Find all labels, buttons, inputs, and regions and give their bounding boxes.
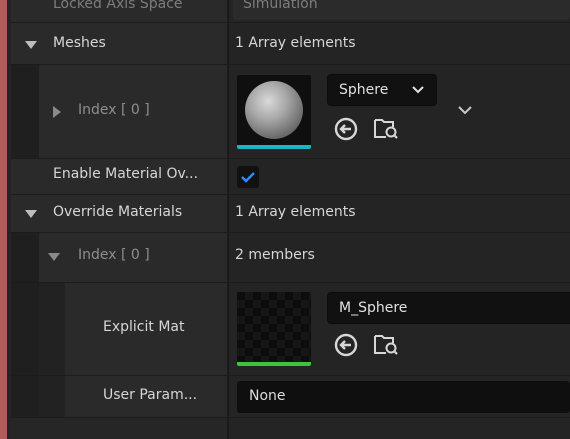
use-selected-material-icon[interactable] [333,332,359,358]
chevron-down-icon [412,86,424,94]
meshes-count: 1 Array elements [235,35,356,51]
material-thumbnail[interactable] [237,292,311,366]
browse-asset-folder-search-icon[interactable] [373,115,399,141]
material-asset-type-bar [237,362,311,366]
checkmark-icon [241,172,255,183]
expand-material-index-icon[interactable] [48,253,60,261]
material-asset-combo[interactable]: M_Sphere [327,292,570,324]
locked-axis-value: Simulation [243,0,318,12]
sphere-preview [245,81,303,139]
explicit-mat-label: Explicit Mat [103,319,185,335]
expand-mesh-index-icon[interactable] [53,106,61,118]
material-asset-value: M_Sphere [339,300,408,316]
property-row-user-param: User Param... None [11,376,570,418]
expand-mesh-entry-chevron-icon[interactable] [458,106,472,115]
browse-material-folder-search-icon[interactable] [373,331,399,357]
user-param-value: None [249,388,286,404]
property-row-meshes[interactable]: Meshes 1 Array elements [11,23,570,65]
mesh-asset-combo[interactable]: Sphere [327,74,437,106]
mesh-asset-value: Sphere [339,82,389,98]
override-materials-count: 1 Array elements [235,204,356,220]
override-materials-label: Override Materials [53,204,183,220]
property-row-explicit-mat: Explicit Mat M_Sphere [11,283,570,376]
property-row-enable-material-override: Enable Material Ov... [11,159,570,195]
locked-axis-select[interactable]: Simulation [233,0,570,20]
property-row-locked-axis: Locked Axis Space Simulation [11,0,570,23]
mesh-index-label: Index [ 0 ] [78,102,150,118]
property-row-override-materials[interactable]: Override Materials 1 Array elements [11,195,570,233]
mesh-asset-type-bar [237,145,311,149]
enable-material-override-label: Enable Material Ov... [53,166,199,182]
enable-material-override-checkbox[interactable] [237,166,259,188]
expand-meshes-icon[interactable] [25,41,37,49]
expand-override-materials-icon[interactable] [25,210,37,218]
material-index-label: Index [ 0 ] [78,247,150,263]
property-row-material-index[interactable]: Index [ 0 ] 2 members [11,233,570,283]
use-selected-asset-icon[interactable] [333,116,359,142]
locked-axis-label: Locked Axis Space [53,0,183,12]
property-row-next [11,418,570,439]
user-param-select[interactable]: None [237,381,570,413]
user-param-label: User Param... [103,387,198,403]
details-panel-edge [0,0,7,439]
material-preview [237,292,311,366]
material-index-members: 2 members [235,247,315,263]
mesh-thumbnail[interactable] [237,75,311,149]
property-row-mesh-index: Index [ 0 ] Sphere [11,65,570,159]
meshes-label: Meshes [53,35,106,51]
